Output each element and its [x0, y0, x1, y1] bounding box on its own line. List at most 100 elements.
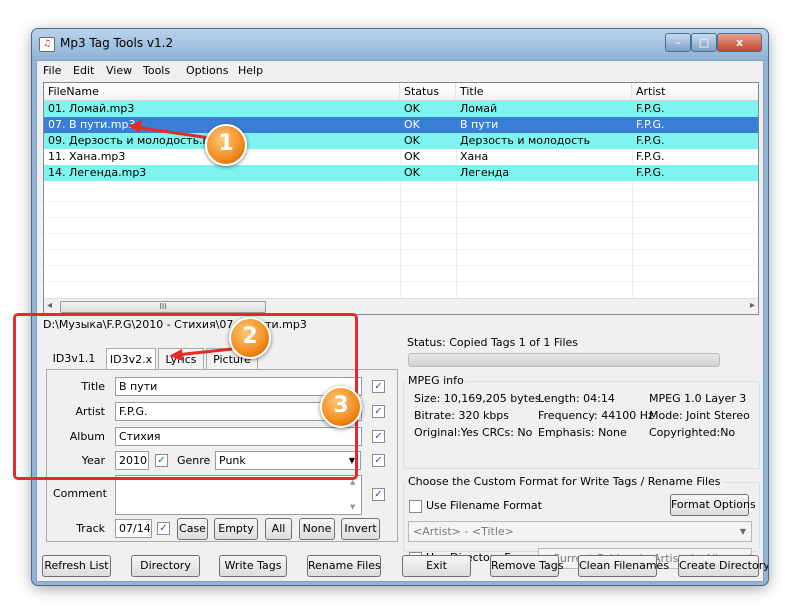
- menu-file[interactable]: File: [43, 64, 61, 77]
- custom-format-heading: Choose the Custom Format for Write Tags …: [406, 475, 723, 488]
- scroll-left-icon[interactable]: ◂: [47, 300, 52, 311]
- row-divider: [44, 201, 758, 202]
- mpeg-emphasis: Emphasis: None: [538, 426, 627, 439]
- mpeg-crcs: CRCs: No: [482, 426, 533, 439]
- none-button[interactable]: None: [299, 518, 335, 540]
- menu-options[interactable]: Options: [186, 64, 228, 77]
- list-header: FileName Status Title Artist: [44, 83, 758, 101]
- column-status[interactable]: Status: [400, 83, 456, 101]
- row-title: Легенда: [460, 166, 510, 179]
- row-filename: 14. Легенда.mp3: [48, 166, 147, 179]
- column-title[interactable]: Title: [456, 83, 632, 101]
- row-status: OK: [404, 102, 420, 115]
- row-title: Дерзость и молодость: [460, 134, 591, 147]
- row-status: OK: [404, 166, 420, 179]
- file-list[interactable]: FileName Status Title Artist 01. Ломай.m…: [43, 82, 759, 315]
- scroll-right-icon[interactable]: ▸: [750, 300, 755, 311]
- table-row[interactable]: 07. В пути.mp3 OK В пути F.P.G.: [44, 117, 758, 133]
- maximize-button[interactable]: □: [691, 33, 717, 52]
- mpeg-layer: MPEG 1.0 Layer 3: [649, 392, 747, 405]
- comment-input[interactable]: [115, 475, 362, 515]
- menu-view[interactable]: View: [106, 64, 132, 77]
- mpeg-info-heading: MPEG info: [406, 374, 466, 387]
- track-input[interactable]: 07/14: [115, 519, 152, 538]
- track-checkbox[interactable]: ✓: [157, 522, 170, 535]
- track-label: Track: [76, 522, 105, 535]
- app-icon: ♫: [39, 37, 55, 52]
- mpeg-copyrighted: Copyrighted:No: [649, 426, 736, 439]
- invert-button[interactable]: Invert: [341, 518, 380, 540]
- empty-button[interactable]: Empty: [214, 518, 258, 540]
- case-button[interactable]: Case: [177, 518, 208, 540]
- table-row[interactable]: 14. Легенда.mp3 OK Легенда F.P.G.: [44, 165, 758, 181]
- column-artist[interactable]: Artist: [632, 83, 758, 101]
- row-artist: F.P.G.: [636, 134, 665, 147]
- genre-checkbox[interactable]: ✓: [372, 454, 385, 467]
- progress-bar: [408, 353, 720, 367]
- mpeg-bitrate: Bitrate: 320 kbps: [414, 409, 510, 422]
- filename-format-label: Use Filename Format: [426, 499, 542, 512]
- row-filename: 01. Ломай.mp3: [48, 102, 135, 115]
- scroll-down-icon[interactable]: ▼: [350, 503, 355, 511]
- window-title: Mp3 Tag Tools v1.2: [60, 36, 174, 50]
- table-row[interactable]: 09. Дерзость и молодость.mp3 OK Дерзость и…: [44, 133, 758, 149]
- row-status: OK: [404, 118, 420, 131]
- all-button[interactable]: All: [265, 518, 292, 540]
- row-divider: [44, 249, 758, 250]
- menu-help[interactable]: Help: [238, 64, 263, 77]
- annotation-badge-2: 2: [229, 317, 271, 359]
- row-status: OK: [404, 134, 420, 147]
- format-options-button[interactable]: Format Options: [670, 494, 756, 516]
- row-filename: 09. Дерзость и молодость.mp3: [48, 134, 228, 147]
- row-title: Ломай: [460, 102, 498, 115]
- row-filename: 07. В пути.mp3: [48, 118, 136, 131]
- title-checkbox[interactable]: ✓: [372, 380, 385, 393]
- mpeg-original: Original:Yes: [414, 426, 479, 439]
- rename-files-button[interactable]: Rename Files: [307, 555, 381, 577]
- menu-bar: File Edit View Tools Options Help: [37, 61, 763, 81]
- row-artist: F.P.G.: [636, 150, 665, 163]
- row-title: Хана: [460, 150, 489, 163]
- directory-button[interactable]: Directory: [131, 555, 200, 577]
- table-row[interactable]: 11. Хана.mp3 OK Хана F.P.G.: [44, 149, 758, 165]
- menu-edit[interactable]: Edit: [73, 64, 94, 77]
- row-divider: [44, 265, 758, 266]
- annotation-badge-3: 3: [320, 386, 362, 428]
- minimize-button[interactable]: –: [665, 33, 691, 52]
- exit-button[interactable]: Exit: [402, 555, 471, 577]
- row-divider: [44, 233, 758, 234]
- mpeg-size: Size: 10,169,205 bytes: [414, 392, 541, 405]
- filename-pattern-select[interactable]: <Artist> - <Title> ▼: [408, 521, 752, 542]
- row-filename: 11. Хана.mp3: [48, 150, 126, 163]
- row-divider: [44, 217, 758, 218]
- annotation-badge-1: 1: [205, 124, 247, 166]
- filename-pattern-value: <Artist> - <Title>: [413, 525, 514, 538]
- clean-filenames-button[interactable]: Clean Filenames: [578, 555, 669, 577]
- mpeg-frequency: Frequency: 44100 Hz: [538, 409, 654, 422]
- artist-checkbox[interactable]: ✓: [372, 405, 385, 418]
- row-divider: [44, 281, 758, 282]
- close-button[interactable]: x: [717, 33, 762, 52]
- title-bar: ♫ Mp3 Tag Tools v1.2 – □ x: [32, 29, 768, 60]
- menu-tools[interactable]: Tools: [143, 64, 170, 77]
- refresh-list-button[interactable]: Refresh List: [42, 555, 111, 577]
- app-window: ♫ Mp3 Tag Tools v1.2 – □ x File Edit Vie…: [31, 28, 769, 586]
- mpeg-mode: Mode: Joint Stereo: [649, 409, 750, 422]
- row-artist: F.P.G.: [636, 102, 665, 115]
- filename-format-checkbox[interactable]: [409, 500, 422, 513]
- column-filename[interactable]: FileName: [44, 83, 400, 101]
- scroll-thumb[interactable]: III: [60, 301, 266, 313]
- table-row[interactable]: 01. Ломай.mp3 OK Ломай F.P.G.: [44, 101, 758, 117]
- mpeg-length: Length: 04:14: [538, 392, 615, 405]
- row-title: В пути: [460, 118, 499, 131]
- create-directory-button[interactable]: Create Directory: [678, 555, 768, 577]
- chevron-down-icon: ▼: [739, 527, 746, 536]
- comment-checkbox[interactable]: ✓: [372, 488, 385, 501]
- horizontal-scrollbar[interactable]: ◂ III ▸: [44, 298, 758, 314]
- comment-label: Comment: [53, 487, 107, 500]
- write-tags-button[interactable]: Write Tags: [219, 555, 287, 577]
- row-artist: F.P.G.: [636, 118, 665, 131]
- status-text: Status: Copied Tags 1 of 1 Files: [407, 336, 579, 349]
- album-checkbox[interactable]: ✓: [372, 430, 385, 443]
- remove-tags-button[interactable]: Remove Tags: [490, 555, 564, 577]
